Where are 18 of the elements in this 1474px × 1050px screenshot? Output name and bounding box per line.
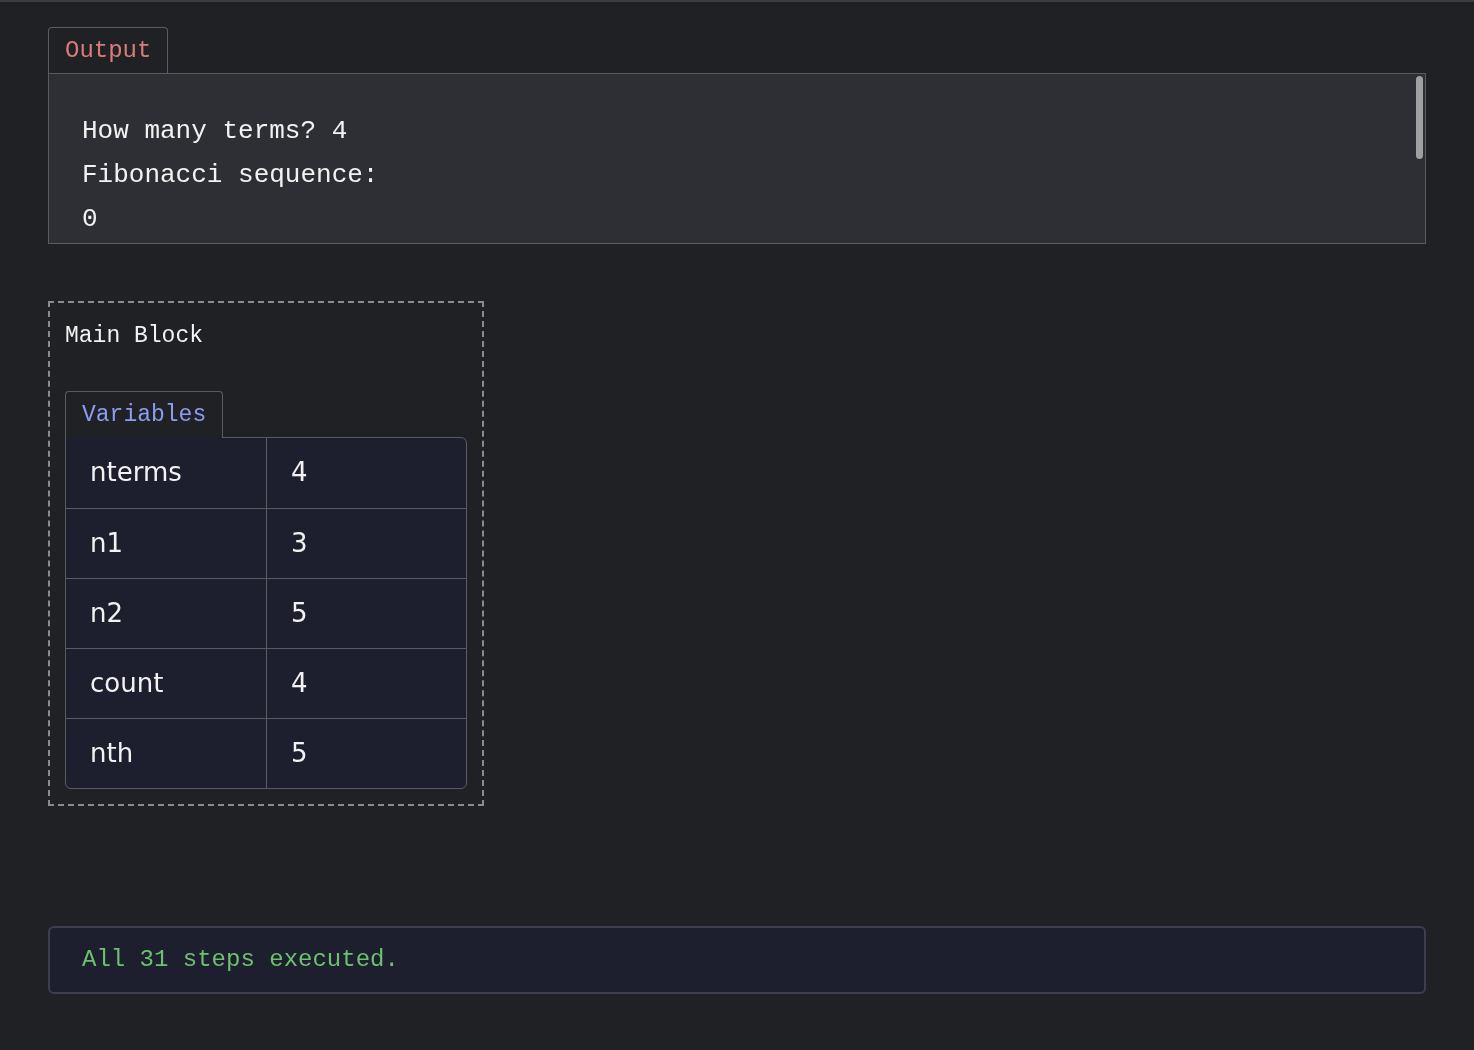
block-title: Main Block [65, 322, 204, 351]
variable-value-cell-text: 5 [290, 596, 309, 630]
variable-name-cell: n2 [66, 578, 267, 648]
variable-name-cell: n1 [66, 508, 267, 578]
variable-name-cell: count [66, 648, 267, 718]
variable-name-cell: nth [66, 718, 267, 788]
scrollbar[interactable] [1416, 76, 1423, 159]
variables-tab[interactable]: Variables [65, 390, 224, 438]
status-message: All 31 steps executed. [82, 944, 399, 975]
variable-value-cell-text: 4 [290, 666, 309, 700]
output-line: Fibonacci sequence: [82, 159, 379, 192]
variable-value-cell-text: 3 [290, 526, 309, 560]
variable-value-cell-text: 4 [290, 456, 309, 489]
variable-value-cell-text: 5 [290, 736, 309, 770]
output-tab[interactable]: Output [48, 27, 169, 74]
variable-name-cell: nterms [66, 437, 267, 508]
output-line: 0 [82, 203, 98, 236]
output-line: How many terms? 4 [82, 115, 348, 148]
